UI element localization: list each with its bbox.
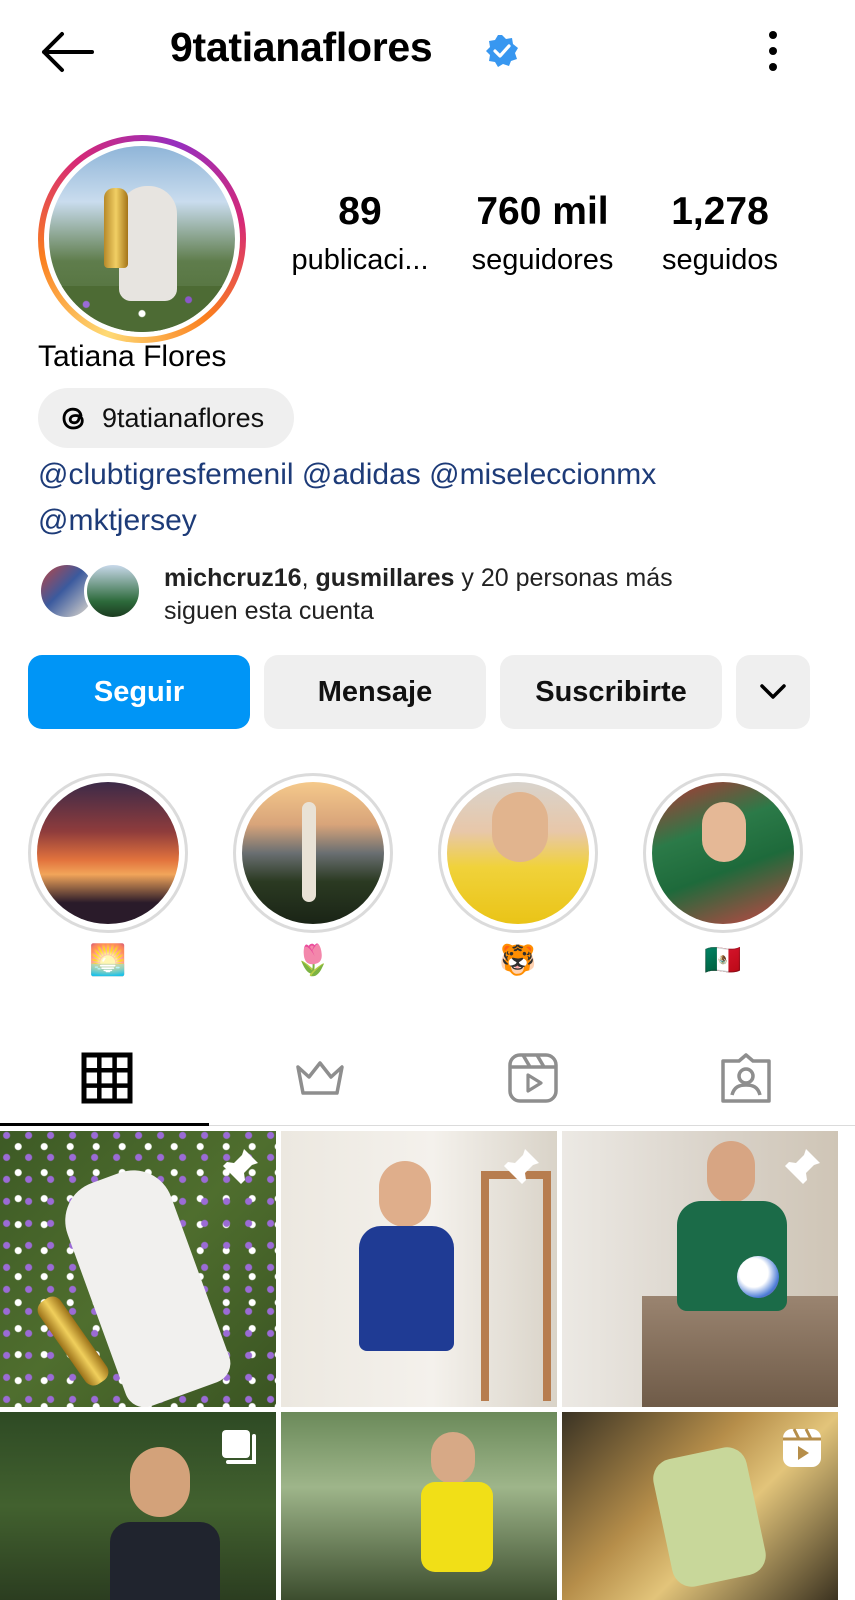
profile-full-name: Tatiana Flores	[38, 340, 227, 373]
follow-button[interactable]: Seguir	[28, 655, 250, 729]
pin-icon	[785, 1149, 820, 1184]
message-button[interactable]: Mensaje	[264, 655, 486, 729]
mutual-rest: y 20 personas más	[461, 564, 673, 592]
bio-mention-link[interactable]: @miseleccionmx	[429, 458, 656, 491]
threads-icon	[62, 407, 84, 430]
highlight-label: 🌷	[294, 944, 332, 977]
grid-post[interactable]	[562, 1412, 838, 1600]
subscribe-button[interactable]: Suscribirte	[500, 655, 722, 729]
highlight-cover	[37, 782, 179, 924]
tagged-icon	[720, 1053, 771, 1103]
following-label: seguidos	[661, 244, 779, 276]
story-highlight[interactable]: 🐯	[438, 773, 598, 979]
following-count: 1,278	[671, 190, 769, 233]
arrow-left-icon[interactable]	[36, 28, 96, 76]
posts-count: 89	[338, 190, 382, 233]
profile-username: 9tatianaflores	[170, 24, 433, 70]
reel-icon	[783, 1428, 821, 1467]
threads-profile-link[interactable]: 9tatianaflores	[38, 388, 294, 448]
pin-icon	[223, 1149, 258, 1184]
tab-tagged[interactable]	[639, 1030, 852, 1126]
story-highlight[interactable]: 🌅	[28, 773, 188, 979]
stat-posts[interactable]: 89 publicaci...	[280, 190, 440, 277]
tab-reels[interactable]	[426, 1030, 639, 1126]
bio-mention-link[interactable]: @adidas	[302, 458, 421, 491]
suggested-accounts-button[interactable]	[736, 655, 810, 729]
profile-avatar	[49, 146, 235, 332]
highlight-label: 🐯	[499, 944, 537, 977]
stat-following[interactable]: 1,278 seguidos	[645, 190, 795, 277]
pin-icon	[504, 1149, 539, 1184]
grid-icon	[81, 1052, 132, 1104]
highlight-label: 🌅	[89, 944, 127, 977]
mutual-line2: siguen esta cuenta	[164, 597, 374, 625]
grid-post[interactable]	[562, 1131, 838, 1407]
mutual-avatar	[84, 562, 142, 620]
bio-mention-link[interactable]: @clubtigresfemenil	[38, 458, 294, 491]
tab-posts[interactable]	[0, 1030, 213, 1126]
crown-icon	[295, 1061, 344, 1095]
tab-subscriptions[interactable]	[213, 1030, 426, 1126]
grid-post[interactable]	[0, 1412, 276, 1600]
profile-avatar-ring[interactable]	[38, 135, 246, 343]
mutual-followers[interactable]: michcruz16, gusmillares y 20 personas má…	[38, 560, 828, 625]
more-vertical-icon[interactable]	[765, 30, 781, 72]
carousel-icon	[222, 1430, 256, 1464]
highlight-label: 🇲🇽	[704, 944, 742, 977]
mutual-user-1: michcruz16	[164, 564, 302, 592]
mutual-followers-text: michcruz16, gusmillares y 20 personas má…	[164, 564, 673, 625]
highlight-cover	[242, 782, 384, 924]
chevron-down-icon	[760, 684, 786, 699]
profile-bio: @clubtigresfemenil @adidas @miseleccionm…	[38, 452, 828, 544]
grid-post[interactable]	[281, 1412, 557, 1600]
active-tab-indicator	[0, 1123, 209, 1126]
profile-tabs	[0, 1030, 855, 1130]
verified-badge-icon	[486, 35, 518, 67]
profile-stats: 89 publicaci... 760 mil seguidores 1,278…	[270, 190, 830, 290]
grid-post[interactable]	[0, 1131, 276, 1407]
grid-post[interactable]	[281, 1131, 557, 1407]
story-highlight[interactable]: 🇲🇽	[643, 773, 803, 979]
followers-count: 760 mil	[476, 190, 609, 233]
top-bar: 9tatianaflores	[0, 0, 855, 100]
reels-icon	[507, 1053, 558, 1103]
posts-label: publicaci...	[291, 244, 429, 276]
highlight-cover	[652, 782, 794, 924]
stat-followers[interactable]: 760 mil seguidores	[455, 190, 630, 277]
story-highlight[interactable]: 🌷	[233, 773, 393, 979]
highlight-cover	[447, 782, 589, 924]
bio-mention-link[interactable]: @mktjersey	[38, 504, 197, 537]
threads-handle: 9tatianaflores	[102, 402, 265, 433]
followers-label: seguidores	[471, 244, 614, 276]
mutual-user-2: gusmillares	[315, 564, 455, 592]
